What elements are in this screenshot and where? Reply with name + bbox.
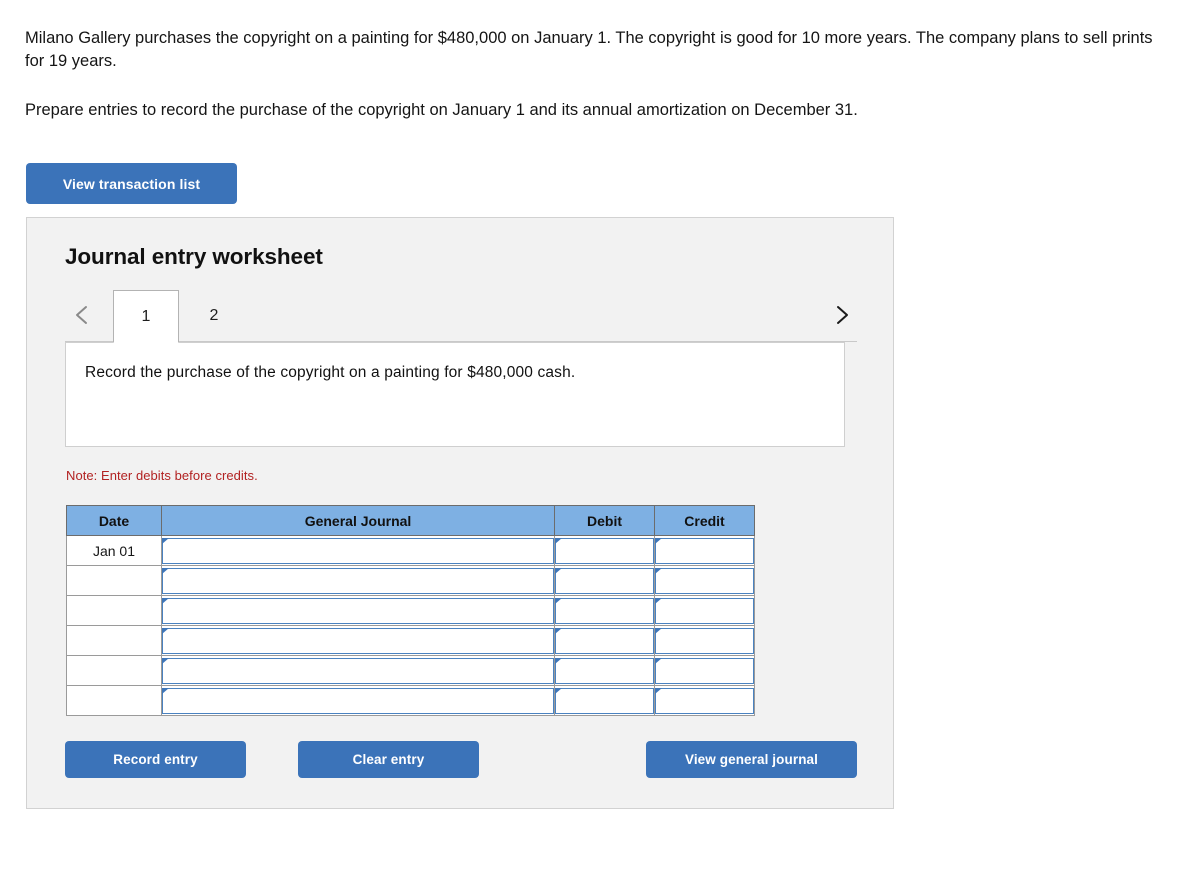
general-journal-input[interactable] xyxy=(162,687,554,714)
worksheet-title: Journal entry worksheet xyxy=(65,244,323,269)
general-journal-input[interactable] xyxy=(162,567,554,594)
debit-input[interactable] xyxy=(555,597,654,624)
column-header-credit: Credit xyxy=(654,505,755,536)
date-cell[interactable] xyxy=(66,625,162,656)
chevron-left-icon xyxy=(74,303,90,327)
credit-cell[interactable] xyxy=(654,535,755,566)
general-journal-input[interactable] xyxy=(162,597,554,624)
credit-cell[interactable] xyxy=(654,655,755,686)
table-row xyxy=(66,655,755,686)
instruction-box: Record the purchase of the copyright on … xyxy=(65,342,845,447)
credit-input[interactable] xyxy=(655,567,754,594)
table-row xyxy=(66,595,755,626)
debit-cell[interactable] xyxy=(554,595,655,626)
journal-entry-worksheet-panel: Journal entry worksheet 1 2 Record the p… xyxy=(26,217,894,809)
column-header-debit: Debit xyxy=(554,505,655,536)
credit-input[interactable] xyxy=(655,657,754,684)
debit-cell[interactable] xyxy=(554,625,655,656)
credit-cell[interactable] xyxy=(654,595,755,626)
date-cell[interactable] xyxy=(66,595,162,626)
general-journal-cell[interactable] xyxy=(161,595,555,626)
debit-cell[interactable] xyxy=(554,685,655,716)
tab-2-label: 2 xyxy=(209,307,219,324)
date-cell[interactable] xyxy=(66,565,162,596)
previous-entry-button[interactable] xyxy=(67,300,97,330)
record-entry-button[interactable]: Record entry xyxy=(65,741,246,778)
general-journal-cell[interactable] xyxy=(161,685,555,716)
instruction-text: Record the purchase of the copyright on … xyxy=(85,364,576,381)
general-journal-cell[interactable] xyxy=(161,565,555,596)
general-journal-input[interactable] xyxy=(162,627,554,654)
credit-cell[interactable] xyxy=(654,685,755,716)
date-cell[interactable] xyxy=(66,685,162,716)
credit-cell[interactable] xyxy=(654,625,755,656)
problem-paragraph-2: Prepare entries to record the purchase o… xyxy=(25,101,858,120)
general-journal-input[interactable] xyxy=(162,537,554,564)
tab-1-label: 1 xyxy=(141,307,151,325)
general-journal-cell[interactable] xyxy=(161,535,555,566)
table-row xyxy=(66,625,755,656)
column-header-date: Date xyxy=(66,505,162,536)
debits-before-credits-note: Note: Enter debits before credits. xyxy=(66,468,258,483)
table-row xyxy=(66,565,755,596)
credit-input[interactable] xyxy=(655,597,754,624)
debit-cell[interactable] xyxy=(554,535,655,566)
clear-entry-button[interactable]: Clear entry xyxy=(298,741,479,778)
debit-input[interactable] xyxy=(555,627,654,654)
debit-input[interactable] xyxy=(555,567,654,594)
date-cell[interactable]: Jan 01 xyxy=(66,535,162,566)
general-journal-input[interactable] xyxy=(162,657,554,684)
debit-input[interactable] xyxy=(555,657,654,684)
table-row: Jan 01 xyxy=(66,535,755,566)
next-entry-button[interactable] xyxy=(827,300,857,330)
problem-statement: Milano Gallery purchases the copyright o… xyxy=(25,27,1173,122)
column-header-general-journal: General Journal xyxy=(161,505,555,536)
debit-input[interactable] xyxy=(555,537,654,564)
table-header-row: Date General Journal Debit Credit xyxy=(66,505,755,536)
credit-input[interactable] xyxy=(655,687,754,714)
table-row xyxy=(66,685,755,716)
credit-input[interactable] xyxy=(655,627,754,654)
journal-table: Date General Journal Debit Credit Jan 01 xyxy=(66,505,755,716)
credit-input[interactable] xyxy=(655,537,754,564)
credit-cell[interactable] xyxy=(654,565,755,596)
page-root: Milano Gallery purchases the copyright o… xyxy=(0,0,1200,879)
date-cell[interactable] xyxy=(66,655,162,686)
worksheet-tabstrip: 1 2 xyxy=(65,290,857,343)
view-transaction-list-button[interactable]: View transaction list xyxy=(26,163,237,204)
view-general-journal-button[interactable]: View general journal xyxy=(646,741,857,778)
general-journal-cell[interactable] xyxy=(161,625,555,656)
tab-2[interactable]: 2 xyxy=(190,290,238,342)
problem-paragraph-1: Milano Gallery purchases the copyright o… xyxy=(25,29,1153,71)
journal-table-wrapper: Date General Journal Debit Credit Jan 01 xyxy=(66,505,755,716)
general-journal-cell[interactable] xyxy=(161,655,555,686)
debit-cell[interactable] xyxy=(554,655,655,686)
debit-input[interactable] xyxy=(555,687,654,714)
tab-1[interactable]: 1 xyxy=(113,290,179,343)
debit-cell[interactable] xyxy=(554,565,655,596)
chevron-right-icon xyxy=(834,303,850,327)
